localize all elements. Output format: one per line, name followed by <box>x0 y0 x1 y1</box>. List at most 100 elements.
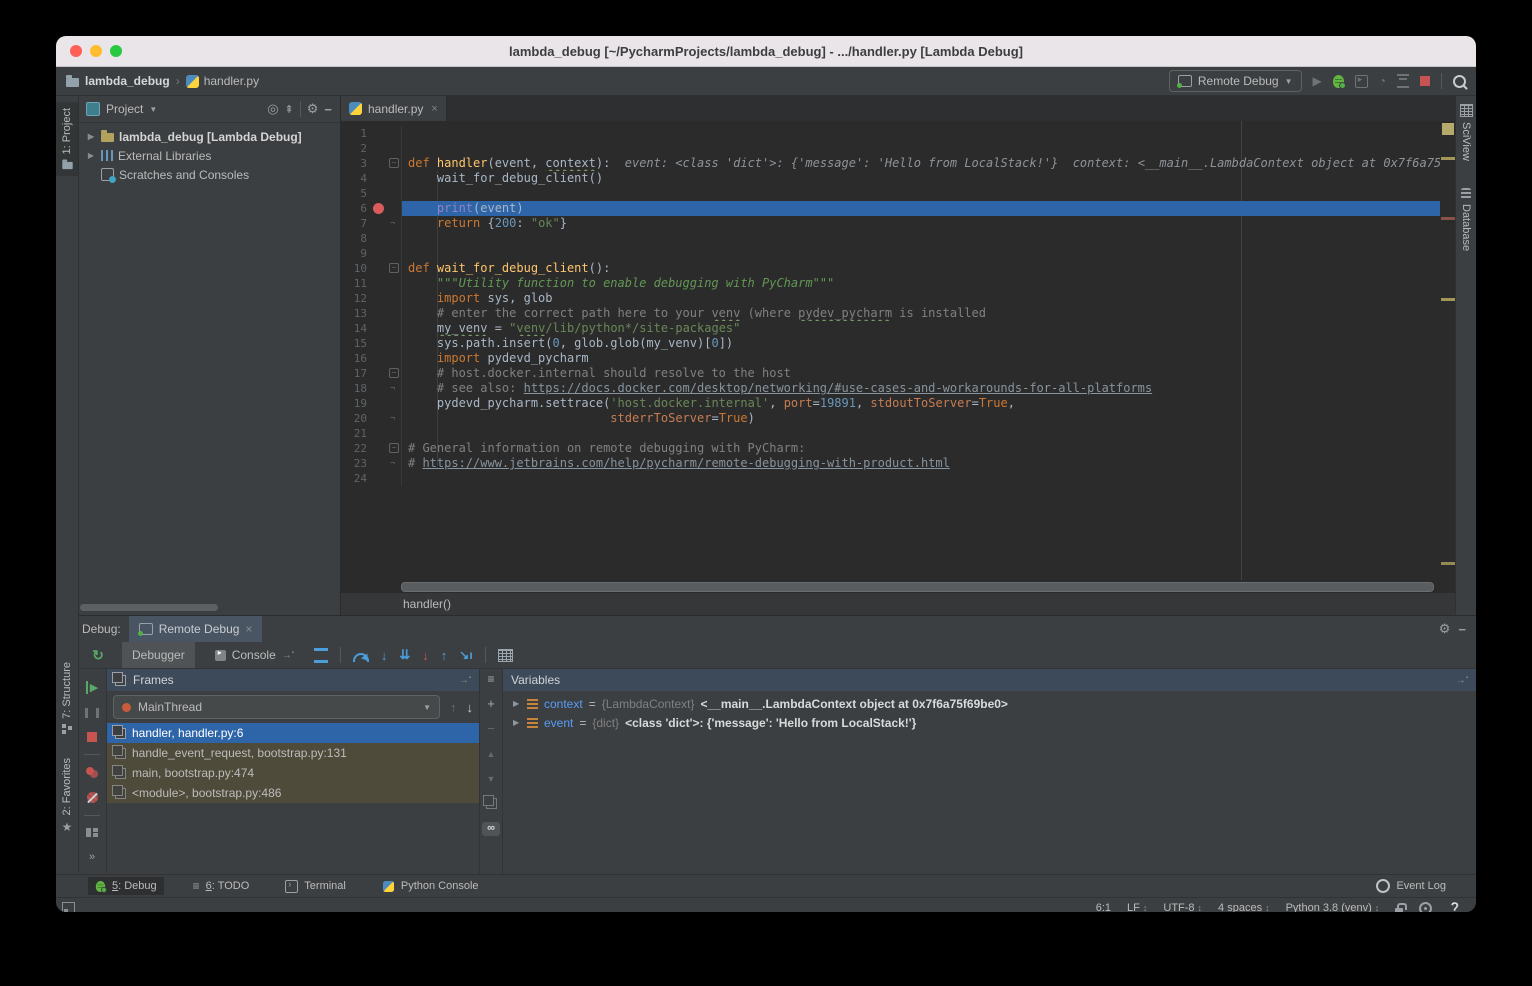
move-up-icon[interactable]: ▲ <box>487 748 496 760</box>
project-horizontal-scrollbar[interactable] <box>80 604 218 611</box>
pin-icon[interactable]: → <box>1456 675 1468 686</box>
code-line[interactable]: 4 wait_for_debug_client() <box>341 171 1440 186</box>
toolbar-tab-terminal[interactable]: Terminal <box>278 877 353 895</box>
breadcrumb-project[interactable]: lambda_debug <box>85 74 170 88</box>
code-line[interactable]: 16 import pydevd_pycharm <box>341 351 1440 366</box>
expand-arrow-icon[interactable]: ▶ <box>86 132 96 141</box>
step-into-my-code-icon[interactable]: ⇊ <box>399 647 410 663</box>
line-number[interactable]: 12 <box>341 291 371 306</box>
line-number[interactable]: 1 <box>341 126 371 141</box>
code-line[interactable]: 14 my_venv = "venv/lib/python*/site-pack… <box>341 321 1440 336</box>
tree-item-project-root[interactable]: ▶ lambda_debug [Lambda Debug] <box>78 127 340 146</box>
duplicate-watch-icon[interactable] <box>486 798 497 809</box>
frame-row[interactable]: handle_event_request, bootstrap.py:131 <box>107 743 479 763</box>
lock-icon[interactable] <box>1395 908 1403 913</box>
previous-frame-icon[interactable]: ↑ <box>450 700 457 715</box>
expand-arrow-icon[interactable]: ▶ <box>513 699 521 708</box>
close-session-icon[interactable]: × <box>245 622 252 636</box>
code-line[interactable]: 20 stderrToServer=True) <box>341 411 1440 426</box>
minimize-window-button[interactable] <box>90 45 102 57</box>
step-into-icon[interactable]: ↓ <box>381 648 388 663</box>
sidebar-item-project[interactable]: 1: Project <box>56 102 78 176</box>
inspections-icon[interactable] <box>1419 902 1432 913</box>
fold-end-icon[interactable] <box>387 216 402 231</box>
tab-debugger[interactable]: Debugger <box>122 642 195 668</box>
line-number[interactable]: 17 <box>341 366 371 381</box>
close-tab-icon[interactable]: × <box>431 103 437 115</box>
caret-position[interactable]: 6:1 <box>1096 902 1111 912</box>
zoom-window-button[interactable] <box>110 45 122 57</box>
interpreter-selector[interactable]: Python 3.8 (venv)↕ <box>1286 902 1380 912</box>
frame-row[interactable]: handler, handler.py:6 <box>107 723 479 743</box>
thread-dropdown[interactable]: MainThread ▼ <box>113 695 440 719</box>
code-line[interactable]: 11 """Utility function to enable debuggi… <box>341 276 1440 291</box>
inspection-status-square[interactable] <box>1442 123 1454 135</box>
breakpoint-icon[interactable] <box>371 201 387 216</box>
line-number[interactable]: 3 <box>341 156 371 171</box>
code-line[interactable]: 9 <box>341 246 1440 261</box>
code-line[interactable]: 19 pydevd_pycharm.settrace('host.docker.… <box>341 396 1440 411</box>
scrollbar-marker[interactable] <box>1441 562 1455 565</box>
breadcrumb-file[interactable]: handler.py <box>204 74 259 88</box>
code-line[interactable]: 2 <box>341 141 1440 156</box>
search-everywhere-button[interactable] <box>1453 75 1466 88</box>
run-button[interactable]: ▶ <box>1313 74 1322 88</box>
code-line[interactable]: 13 # enter the correct path here to your… <box>341 306 1440 321</box>
line-number[interactable]: 4 <box>341 171 371 186</box>
frame-row[interactable]: main, bootstrap.py:474 <box>107 763 479 783</box>
tab-console[interactable]: Console → <box>205 642 304 668</box>
line-ending-selector[interactable]: LF↕ <box>1127 902 1147 912</box>
tool-window-toggle-icon[interactable] <box>62 902 75 913</box>
code-line[interactable]: 15 sys.path.insert(0, glob.glob(my_venv)… <box>341 336 1440 351</box>
notifications-icon[interactable]: ❔ <box>1448 902 1462 913</box>
force-step-into-icon[interactable]: ↓ <box>422 648 429 663</box>
stop-button[interactable] <box>1420 76 1430 86</box>
editor-horizontal-scrollbar[interactable] <box>341 580 1456 592</box>
code-line[interactable]: 17 # host.docker.internal should resolve… <box>341 366 1440 381</box>
code-line[interactable]: 8 <box>341 231 1440 246</box>
code-line[interactable]: 18 # see also: https://docs.docker.com/d… <box>341 381 1440 396</box>
toolbar-tab-todo[interactable]: ≡ 6: TODO <box>186 877 257 895</box>
step-over-icon[interactable] <box>353 653 369 662</box>
collapse-all-icon[interactable]: ⇞ <box>285 103 294 116</box>
line-number[interactable]: 5 <box>341 186 371 201</box>
line-number[interactable]: 18 <box>341 381 371 396</box>
restore-layout-icon[interactable] <box>86 828 98 837</box>
line-number[interactable]: 7 <box>341 216 371 231</box>
toolbar-tab-python-console[interactable]: Python Console <box>375 877 486 895</box>
indent-selector[interactable]: 4 spaces↕ <box>1218 902 1270 912</box>
move-down-icon[interactable]: ▼ <box>487 773 496 785</box>
line-number[interactable]: 20 <box>341 411 371 426</box>
fold-marker-icon[interactable] <box>387 366 402 381</box>
code-line[interactable]: 3def handler(event, context): event: <cl… <box>341 156 1440 171</box>
code-line[interactable]: 5 <box>341 186 1440 201</box>
code-line[interactable]: 12 import sys, glob <box>341 291 1440 306</box>
editor-viewport[interactable]: 123def handler(event, context): event: <… <box>341 121 1456 580</box>
more-actions-icon[interactable]: » <box>89 851 95 863</box>
resume-program-icon[interactable]: ▶ <box>86 681 98 694</box>
line-number[interactable]: 2 <box>341 141 371 156</box>
debug-button[interactable] <box>1333 75 1344 88</box>
hide-panel-icon[interactable]: − <box>324 102 332 117</box>
line-number[interactable]: 23 <box>341 456 371 471</box>
fold-end-icon[interactable] <box>387 456 402 471</box>
fold-marker-icon[interactable] <box>387 441 402 456</box>
show-watches-icon[interactable]: ∞ <box>482 822 500 836</box>
variable-row[interactable]: ▶event = {dict} <class 'dict'>: {'messag… <box>503 713 1476 732</box>
code-line[interactable]: 10def wait_for_debug_client(): <box>341 261 1440 276</box>
rerun-icon[interactable]: ↻ <box>84 647 112 664</box>
fold-end-icon[interactable] <box>387 411 402 426</box>
line-number[interactable]: 10 <box>341 261 371 276</box>
event-log-button[interactable]: Event Log <box>1376 879 1446 893</box>
code-line[interactable]: 21 <box>341 426 1440 441</box>
code-line[interactable]: 7 return {200: "ok"} <box>341 216 1440 231</box>
next-frame-icon[interactable]: ↓ <box>467 700 474 715</box>
stop-icon[interactable] <box>87 732 97 742</box>
scrollbar-marker[interactable] <box>1441 157 1455 160</box>
editor-scrollbar-markers[interactable] <box>1440 121 1456 580</box>
mute-breakpoints-icon[interactable] <box>87 792 98 803</box>
show-execution-point-icon[interactable] <box>314 648 328 663</box>
encoding-selector[interactable]: UTF-8↕ <box>1163 902 1202 912</box>
expand-arrow-icon[interactable]: ▶ <box>86 151 96 160</box>
line-number[interactable]: 14 <box>341 321 371 336</box>
